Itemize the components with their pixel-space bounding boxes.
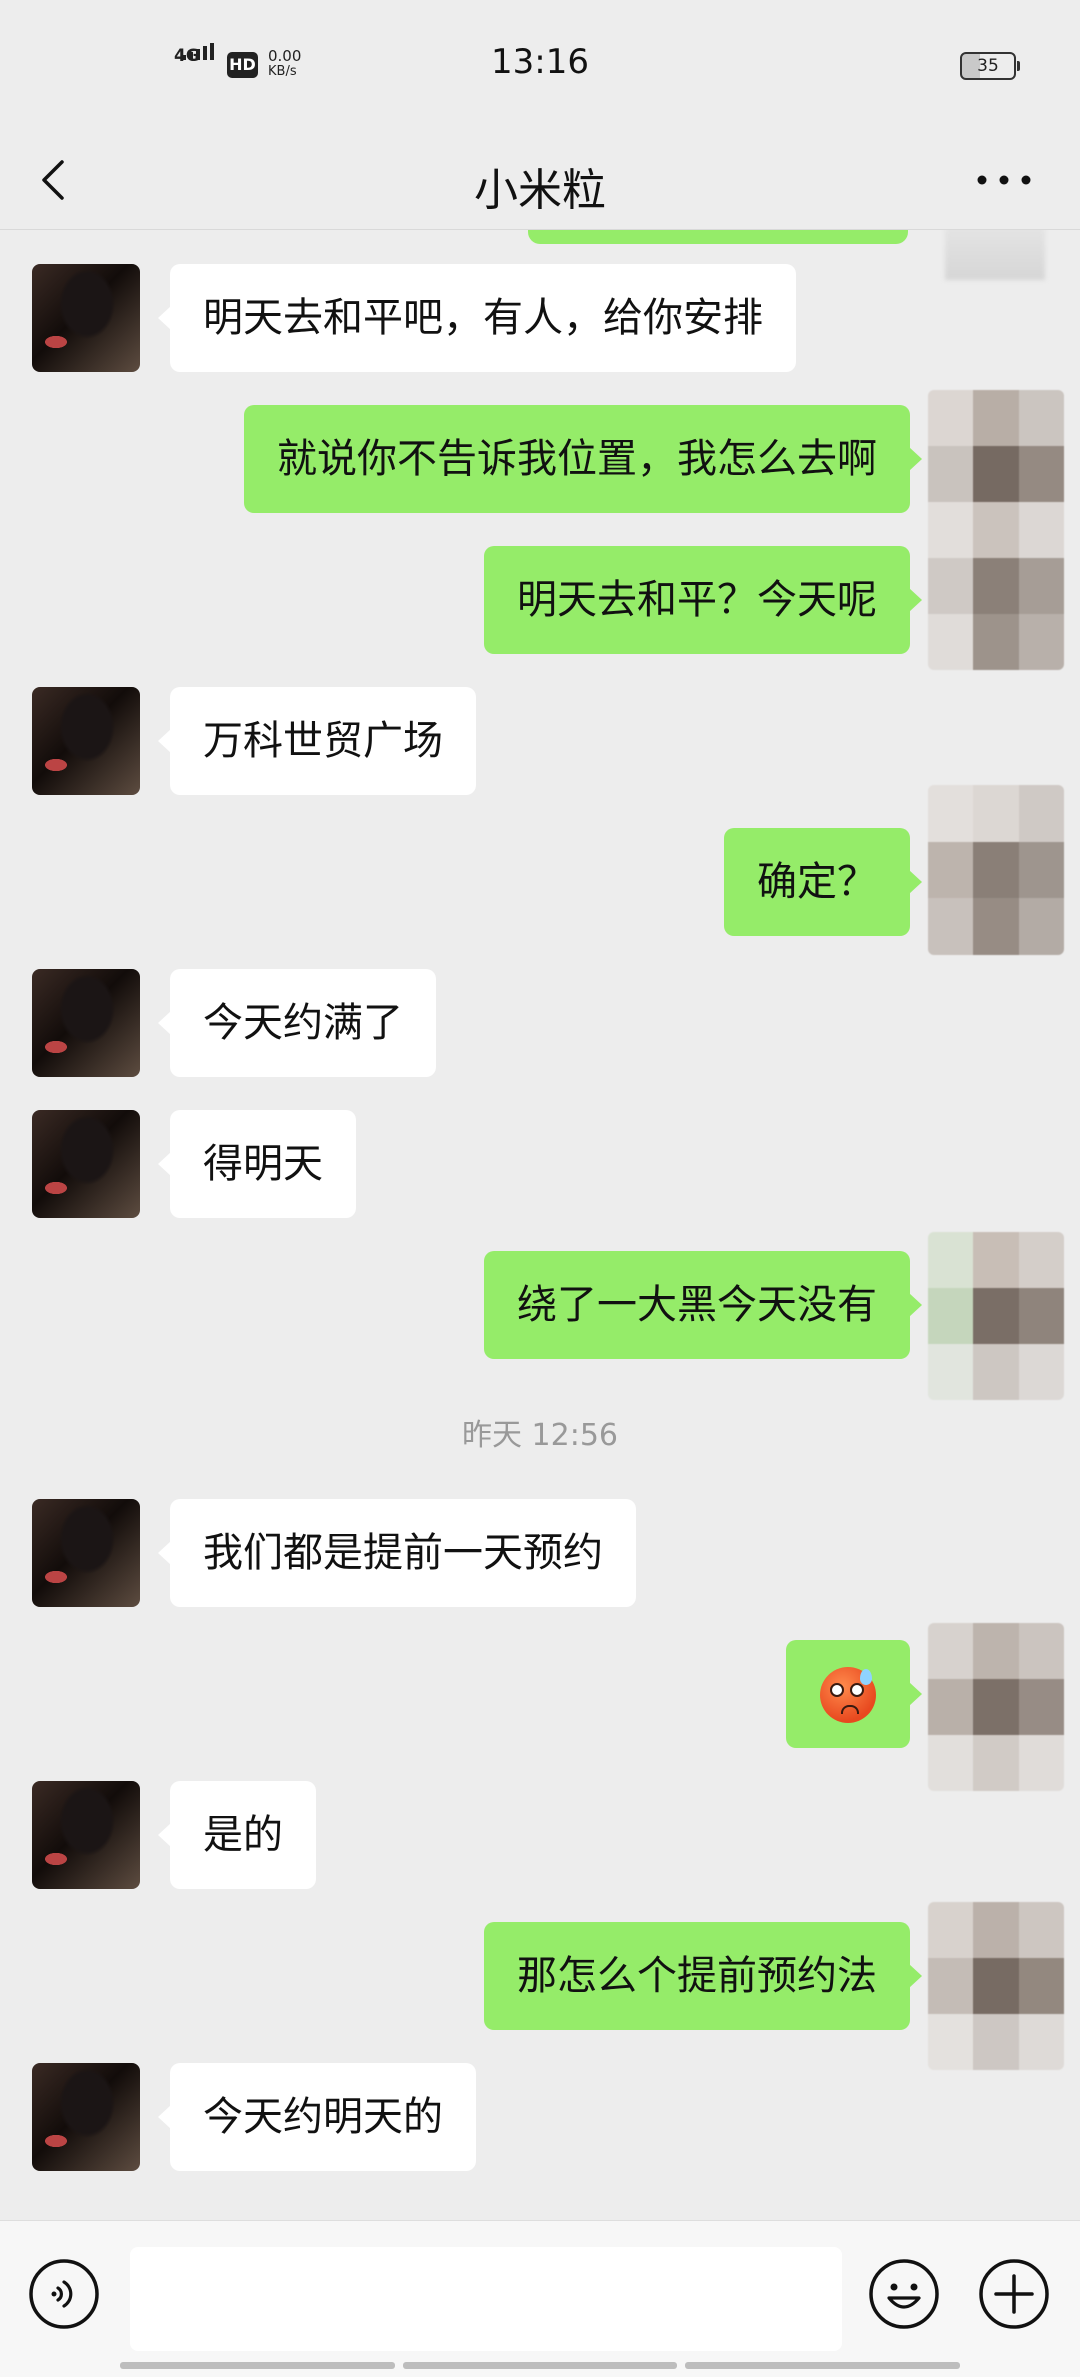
message-row-outgoing: 明天去和平？今天呢 [0, 546, 1080, 654]
avatar-self[interactable] [928, 390, 1064, 670]
input-bar [0, 2220, 1080, 2377]
clock: 13:16 [491, 42, 589, 82]
status-bar: 4G HD 0.00 KB/s 13:16 35 [0, 0, 1080, 130]
message-row-incoming: 今天约满了 [0, 969, 1080, 1077]
message-bubble-incoming[interactable]: 今天约明天的 [158, 2063, 476, 2171]
message-bubble-incoming[interactable]: 我们都是提前一天预约 [158, 1499, 636, 1607]
message-bubble-outgoing[interactable]: 那怎么个提前预约法 [484, 1922, 922, 2030]
chat-header: 小米粒 [0, 130, 1080, 230]
avatar-contact[interactable] [32, 1499, 140, 1607]
emoji-icon[interactable] [868, 2258, 940, 2330]
message-bubble-incoming[interactable]: 明天去和平吧，有人，给你安排 [158, 264, 796, 372]
partial-outgoing-bubble [528, 230, 908, 244]
avatar-contact[interactable] [32, 1110, 140, 1218]
message-bubble-incoming[interactable]: 得明天 [158, 1110, 356, 1218]
message-row-outgoing [0, 1640, 1080, 1748]
timestamp-divider: 昨天 12:56 [462, 1418, 618, 1453]
message-row-incoming: 万科世贸广场 [0, 687, 1080, 795]
message-bubble-outgoing[interactable]: 就说你不告诉我位置，我怎么去啊 [244, 405, 922, 513]
message-bubble-incoming[interactable]: 万科世贸广场 [158, 687, 476, 795]
more-options-icon[interactable] [970, 155, 1040, 205]
avatar-self[interactable] [928, 785, 1064, 955]
chat-title: 小米粒 [474, 165, 606, 216]
message-row-incoming: 今天约明天的 [0, 2063, 1080, 2171]
message-bubble-incoming[interactable]: 今天约满了 [158, 969, 436, 1077]
message-row-incoming: 是的 [0, 1781, 1080, 1889]
plus-icon[interactable] [978, 2258, 1050, 2330]
avatar-self[interactable] [928, 1623, 1064, 1791]
avatar-contact[interactable] [32, 264, 140, 372]
battery-icon: 35 [960, 52, 1020, 80]
avatar-contact[interactable] [32, 969, 140, 1077]
anxious-sweat-face-icon [820, 1667, 876, 1723]
message-row-outgoing: 确定？ [0, 828, 1080, 936]
voice-input-icon[interactable] [28, 2258, 100, 2330]
message-bubble-outgoing[interactable]: 明天去和平？今天呢 [484, 546, 922, 654]
avatar-self[interactable] [928, 1232, 1064, 1400]
avatar-contact[interactable] [32, 687, 140, 795]
message-row-outgoing: 那怎么个提前预约法 [0, 1922, 1080, 2030]
message-bubble-outgoing[interactable]: 确定？ [724, 828, 922, 936]
message-bubble-incoming[interactable]: 是的 [158, 1781, 316, 1889]
message-row-incoming: 我们都是提前一天预约 [0, 1499, 1080, 1607]
message-bubble-outgoing[interactable]: 绕了一大黑今天没有 [484, 1251, 922, 1359]
avatar-contact[interactable] [32, 1781, 140, 1889]
avatar-self[interactable] [928, 1902, 1064, 2070]
message-list[interactable]: 明天去和平吧，有人，给你安排 就说你不告诉我位置，我怎么去啊 明天去和平？今天呢… [0, 230, 1080, 2220]
message-input[interactable] [130, 2247, 842, 2351]
message-row-incoming: 明天去和平吧，有人，给你安排 [0, 264, 1080, 372]
avatar-contact[interactable] [32, 2063, 140, 2171]
message-row-outgoing: 就说你不告诉我位置，我怎么去啊 [0, 405, 1080, 513]
message-row-outgoing: 绕了一大黑今天没有 [0, 1251, 1080, 1359]
message-row-incoming: 得明天 [0, 1110, 1080, 1218]
gesture-bar [120, 2362, 961, 2369]
